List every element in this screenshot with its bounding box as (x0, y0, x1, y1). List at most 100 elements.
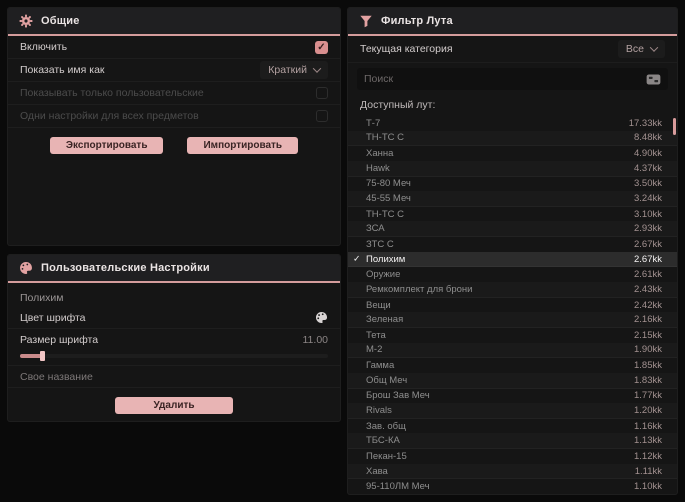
loot-item-name: Общ Меч (366, 374, 408, 386)
show-name-as-select[interactable]: Краткий (260, 61, 328, 79)
delete-button[interactable]: Удалить (115, 397, 233, 414)
check-icon: ✓ (353, 253, 361, 264)
loot-item-row[interactable]: ✓ Брош Зав Меч 1.77kk (348, 389, 677, 404)
panel-title: Пользовательские Настройки (41, 262, 210, 274)
font-size-slider-block (8, 351, 340, 366)
mod-config-window: Общие Включить ✓ Показать имя как Кратки… (0, 0, 685, 502)
loot-item-row[interactable]: ✓ ЗСА 2.93kk (348, 221, 677, 237)
loot-item-row[interactable]: ✓ Полихим 2.67kk (348, 251, 677, 268)
category-select[interactable]: Все (617, 40, 665, 58)
setting-label: Одни настройки для всех предметов (20, 110, 199, 122)
loot-item-value: 1.11kk (634, 465, 662, 477)
loot-item-name: ЗТС С (366, 238, 394, 250)
setting-label: Показать имя как (20, 64, 105, 76)
loot-item-value: 2.42kk (634, 299, 662, 311)
loot-item-row[interactable]: ✓ 45-55 Меч 3.24kk (348, 191, 677, 207)
right-column: Фильтр Лута Текущая категория Все Доступ… (348, 8, 677, 494)
panel-general: Общие Включить ✓ Показать имя как Кратки… (8, 8, 340, 245)
loot-item-name: Гамма (366, 360, 395, 372)
loot-item-value: 1.85kk (634, 360, 662, 372)
delete-row: Удалить (8, 388, 340, 420)
export-import-row: Экспортировать Импортировать (8, 128, 340, 163)
loot-item-row[interactable]: ✓ Общ Меч 1.83kk (348, 373, 677, 389)
loot-item-row[interactable]: ✓ ЗТС С 2.67kk (348, 237, 677, 252)
panel-loot-filter: Фильтр Лута Текущая категория Все Доступ… (348, 8, 677, 494)
loot-item-row[interactable]: ✓ Т-7 17.33kk (348, 116, 677, 131)
export-button[interactable]: Экспортировать (49, 137, 164, 154)
loot-item-row[interactable]: ✓ Ремкомплект для брони 2.43kk (348, 282, 677, 298)
loot-item-row[interactable]: ✓ Оружие 2.61kk (348, 267, 677, 282)
loot-item-value: 17.33kk (628, 117, 662, 129)
panel-custom-settings: Пользовательские Настройки Полихим Цвет … (8, 255, 340, 421)
loot-item-value: 1.16kk (634, 420, 662, 432)
loot-item-name: Полихим (366, 253, 406, 265)
chevron-down-icon (312, 64, 322, 73)
color-picker-icon[interactable] (315, 311, 328, 324)
enable-checkbox[interactable]: ✓ (315, 40, 328, 54)
gear-icon (19, 14, 33, 28)
loot-item-row[interactable]: ✓ ТН-ТС С 3.10kk (348, 207, 677, 222)
loot-item-name: Ремкомплект для брони (366, 283, 473, 295)
loot-item-row[interactable]: ✓ Хава 1.11kk (348, 464, 677, 480)
panel-title: Общие (41, 15, 80, 27)
loot-item-name: Rivals (366, 404, 392, 416)
loot-item-row[interactable]: ✓ М-2 1.90kk (348, 343, 677, 359)
loot-item-row[interactable]: ✓ Гамма 1.85kk (348, 358, 677, 373)
setting-row-only-custom: Показывать только пользовательские (8, 82, 340, 105)
loot-item-row[interactable]: ✓ Пекан-15 1.12kk (348, 449, 677, 464)
search-input[interactable] (364, 73, 640, 85)
custom-name-placeholder: Свое название (20, 370, 93, 383)
font-size-row: Размер шрифта 11.00 (8, 329, 340, 351)
search-options-icon[interactable] (646, 73, 661, 85)
font-size-slider[interactable] (20, 351, 328, 361)
loot-item-value: 4.90kk (634, 148, 662, 160)
custom-name-input[interactable]: Свое название (8, 366, 340, 388)
loot-item-value: 1.83kk (634, 374, 662, 386)
loot-item-name: Брош Зав Меч (366, 390, 430, 402)
loot-item-name: 45-55 Меч (366, 193, 411, 205)
loot-item-value: 2.16kk (634, 314, 662, 326)
only-custom-checkbox[interactable] (316, 87, 328, 99)
loot-item-row[interactable]: ✓ Зеленая 2.16kk (348, 312, 677, 328)
setting-row-show-name-as: Показать имя как Краткий (8, 59, 340, 82)
left-column: Общие Включить ✓ Показать имя как Кратки… (8, 8, 340, 494)
loot-item-row[interactable]: ✓ Тета 2.15kk (348, 328, 677, 343)
loot-item-row[interactable]: ✓ Вещи 2.42kk (348, 298, 677, 313)
font-size-value: 11.00 (302, 334, 329, 346)
loot-item-row[interactable]: ✓ Rivals 1.20kk (348, 403, 677, 419)
loot-item-row[interactable]: ✓ ТБС-КА 1.13kk (348, 433, 677, 449)
funnel-icon (360, 15, 372, 28)
same-for-all-checkbox[interactable] (316, 110, 328, 122)
loot-item-value: 2.43kk (634, 283, 662, 295)
import-button[interactable]: Импортировать (187, 137, 299, 154)
loot-item-name: ЗСА (366, 223, 385, 235)
setting-label: Текущая категория (360, 43, 453, 55)
loot-item-name: Hawk (366, 162, 390, 174)
loot-item-value: 2.67kk (634, 253, 662, 265)
setting-label: Включить (20, 41, 68, 53)
category-row: Текущая категория Все (348, 36, 677, 63)
loot-item-name: 75-80 Меч (366, 178, 411, 190)
loot-item-row[interactable]: ✓ ТН-ТС С 8.48kk (348, 131, 677, 147)
loot-item-row[interactable]: ✓ Зав. общ 1.16kk (348, 419, 677, 434)
loot-item-name: ТБС-КА (366, 435, 400, 447)
loot-item-name: Пекан-15 (366, 450, 407, 462)
slider-handle[interactable] (40, 351, 45, 361)
setting-row-enable: Включить ✓ (8, 36, 340, 59)
loot-item-row[interactable]: ✓ Hawk 4.37kk (348, 161, 677, 177)
loot-item-row[interactable]: ✓ 75-80 Меч 3.50kk (348, 177, 677, 192)
loot-item-value: 2.93kk (634, 223, 662, 235)
loot-item-name: Оружие (366, 269, 401, 281)
loot-item-value: 8.48kk (634, 132, 662, 144)
loot-item-value: 1.90kk (634, 344, 662, 356)
loot-item-value: 2.15kk (634, 329, 662, 341)
setting-label: Показывать только пользовательские (20, 87, 204, 99)
loot-item-value: 1.77kk (634, 390, 662, 402)
select-value: Краткий (268, 64, 307, 76)
setting-label: Размер шрифта (20, 334, 99, 346)
setting-row-same-for-all: Одни настройки для всех предметов (8, 105, 340, 128)
loot-item-row[interactable]: ✓ 95-110ЛМ Меч 1.10kk (348, 479, 677, 494)
loot-item-row[interactable]: ✓ Ханна 4.90kk (348, 146, 677, 161)
loot-item-value: 4.37kk (634, 162, 662, 174)
loot-item-value: 2.61kk (634, 269, 662, 281)
